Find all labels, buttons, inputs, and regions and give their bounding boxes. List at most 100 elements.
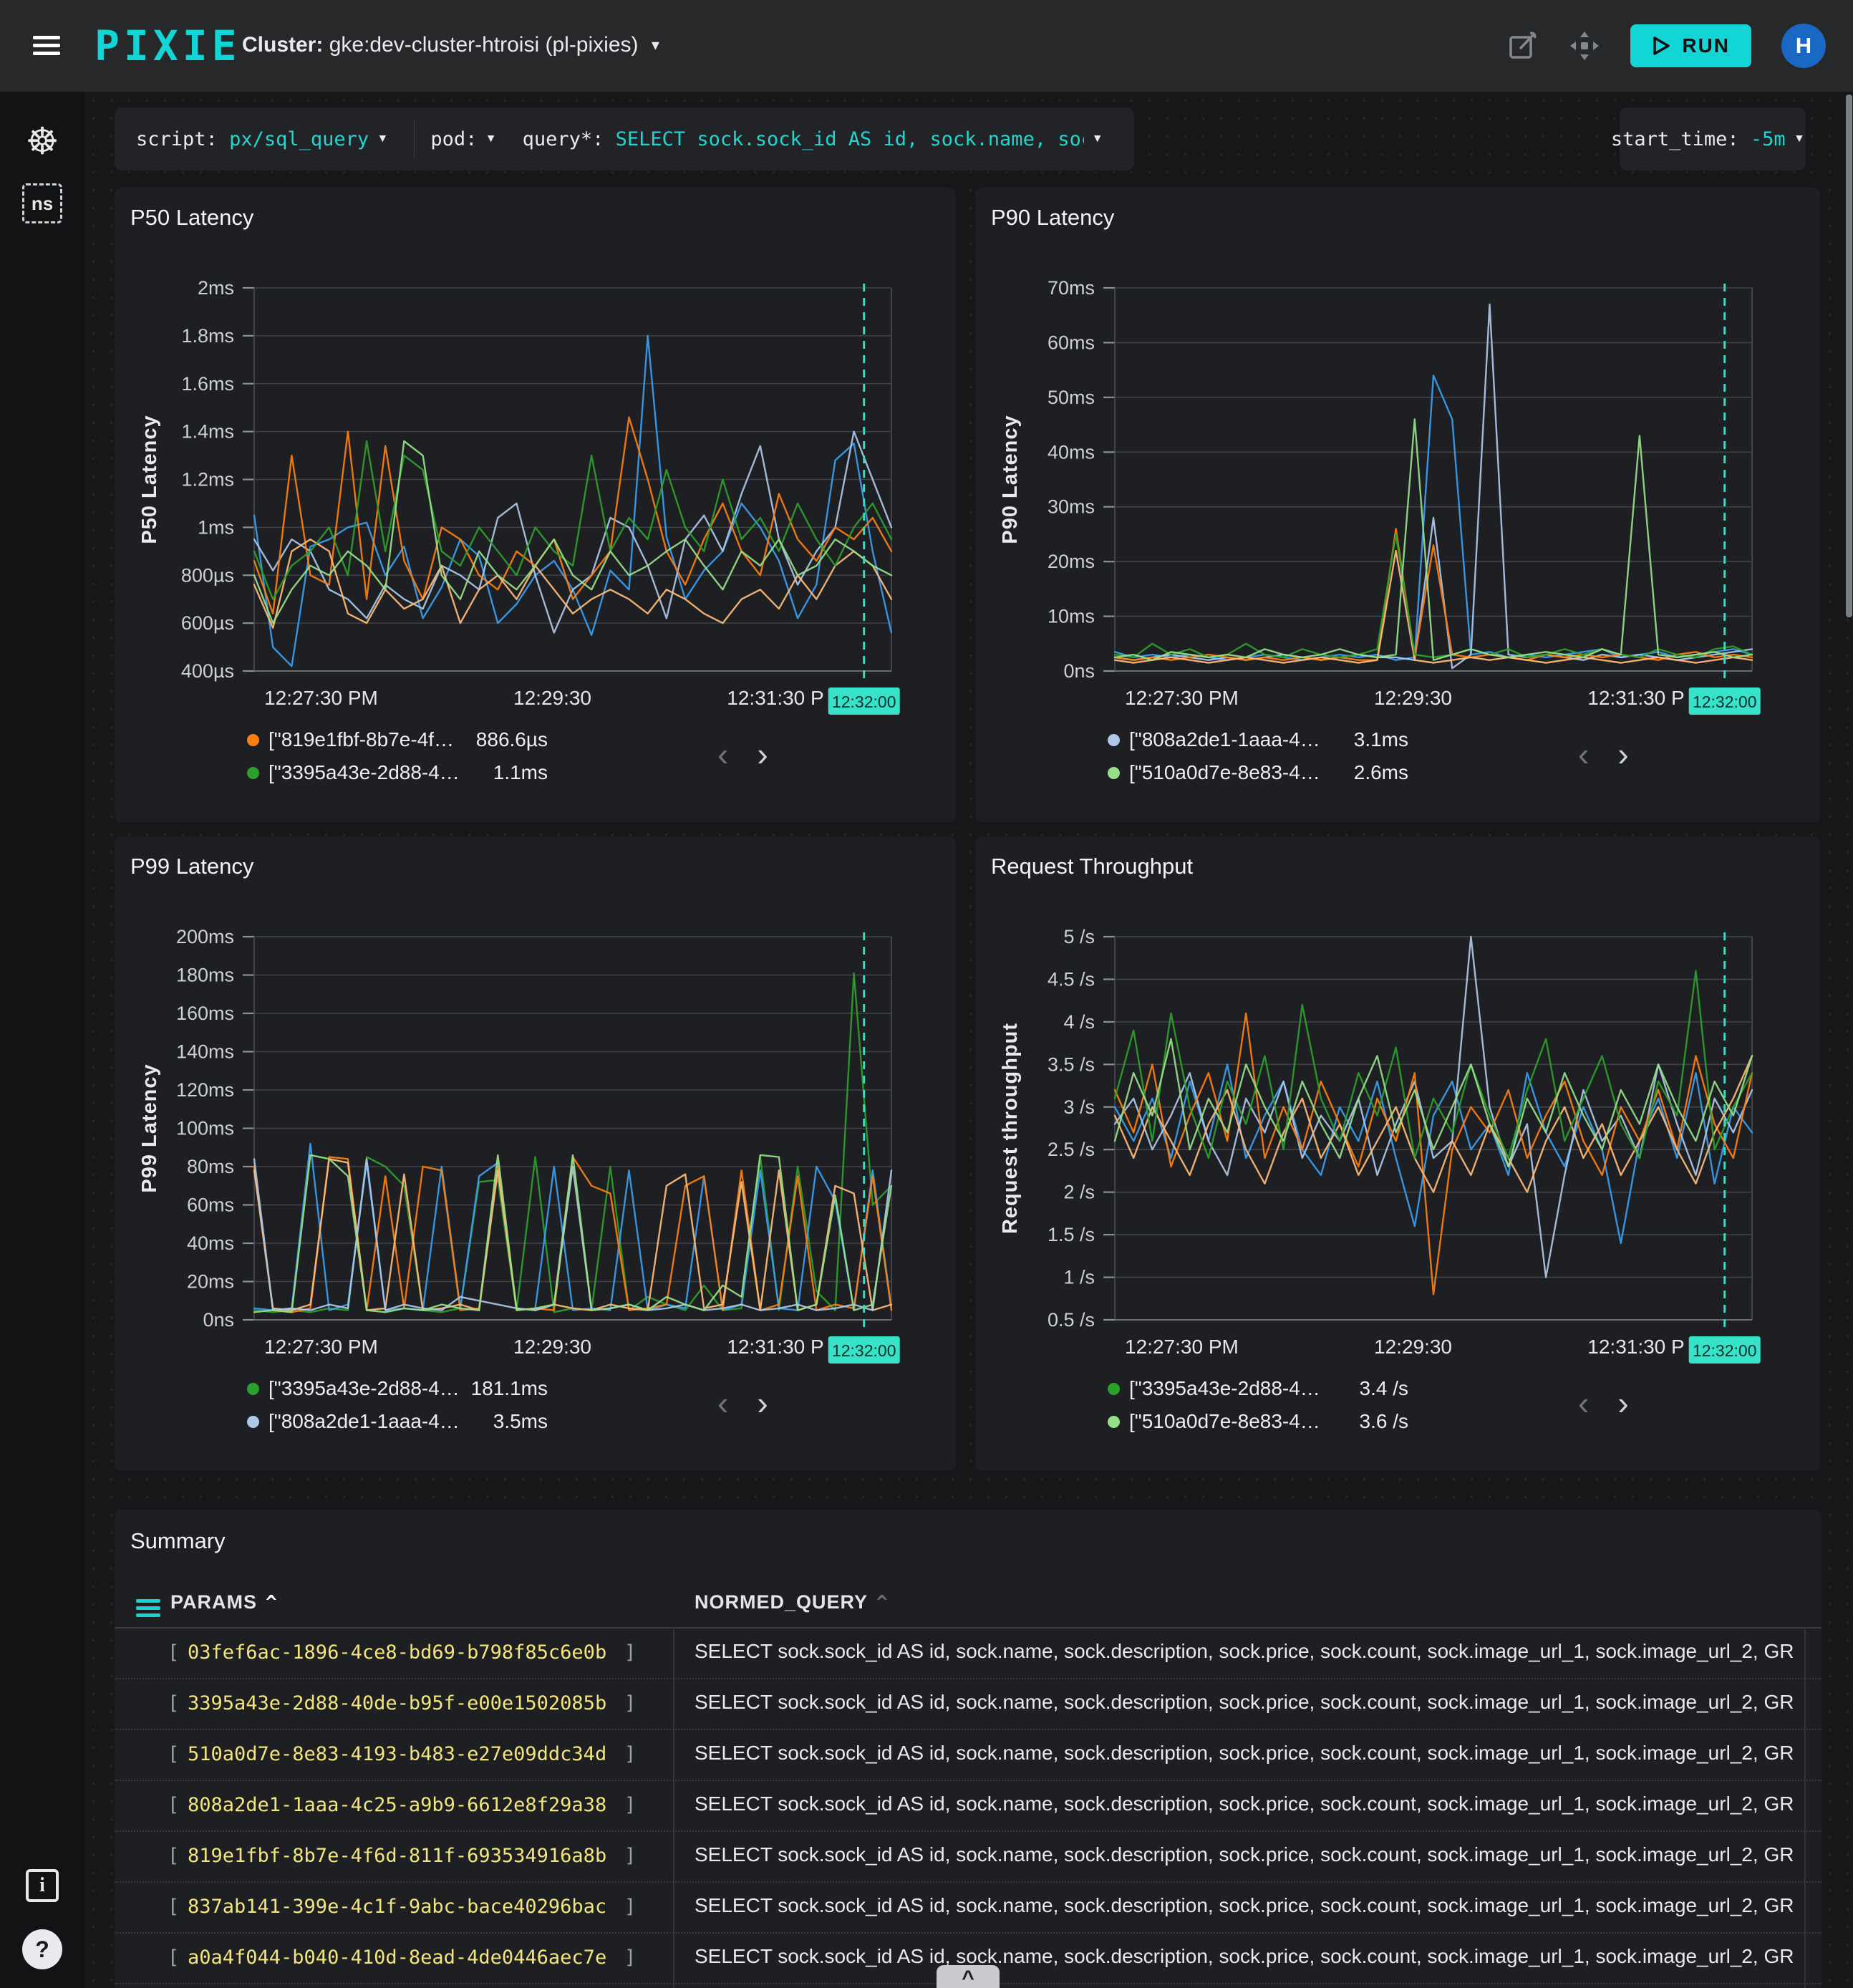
svg-text:0.5 /s: 0.5 /s <box>1048 1309 1095 1331</box>
legend-item[interactable]: ["808a2de1-1aaa-4… 3.5ms <box>247 1406 648 1437</box>
legend-item[interactable]: ["510a0d7e-8e83-4… 2.6ms <box>1108 758 1509 788</box>
collapse-table-button[interactable]: ^ <box>937 1965 1000 1988</box>
bracket: ] <box>624 1946 636 1969</box>
param-uuid: 3395a43e-2d88-40de-b95f-e00e1502085b <box>188 1692 606 1714</box>
legend-prev-icon[interactable]: ‹ <box>1578 738 1589 771</box>
run-button[interactable]: RUN <box>1630 24 1751 67</box>
bracket: ] <box>624 1794 636 1816</box>
svg-text:12:29:30: 12:29:30 <box>513 687 591 709</box>
svg-text:70ms: 70ms <box>1048 277 1095 299</box>
legend-next-icon[interactable]: › <box>1617 1386 1628 1419</box>
pod-label: pod: <box>430 128 477 150</box>
kubernetes-icon[interactable]: ☸ <box>0 120 84 163</box>
chevron-down-icon: ▾ <box>1794 127 1804 148</box>
bracket: ] <box>624 1692 636 1714</box>
bracket: ] <box>624 1743 636 1765</box>
svg-text:200ms: 200ms <box>176 926 234 947</box>
bracket: [ <box>168 1692 179 1714</box>
info-icon[interactable]: i <box>0 1869 84 1902</box>
start-time-label: start_time: <box>1611 128 1739 150</box>
request-throughput-chart[interactable]: 5 /s4.5 /s4 /s3.5 /s3 /s2.5 /s2 /s1.5 /s… <box>975 836 1816 1370</box>
avatar[interactable]: H <box>1781 24 1826 68</box>
p50-latency-panel: P50 Latency 2ms1.8ms1.6ms1.4ms1.2ms1ms80… <box>115 188 956 822</box>
legend-item[interactable]: ["3395a43e-2d88-4… 1.1ms <box>247 758 648 788</box>
chevron-down-icon[interactable]: ▾ <box>1093 127 1103 148</box>
legend-item[interactable]: ["510a0d7e-8e83-4… 3.6 /s <box>1108 1406 1509 1437</box>
legend-item[interactable]: ["3395a43e-2d88-4… 181.1ms <box>247 1374 648 1404</box>
chevron-down-icon[interactable]: ▾ <box>485 127 495 148</box>
table-row[interactable]: [510a0d7e-8e83-4193-b483-e27e09ddc34d]SE… <box>115 1730 1821 1781</box>
normed-query-cell: SELECT sock.sock_id AS id, sock.name, so… <box>695 1792 1821 1815</box>
svg-text:400µs: 400µs <box>181 660 234 682</box>
svg-text:1.5 /s: 1.5 /s <box>1048 1224 1095 1245</box>
svg-text:3.5 /s: 3.5 /s <box>1048 1053 1095 1075</box>
move-widgets-icon[interactable] <box>1569 30 1600 62</box>
bracket: ] <box>624 1845 636 1867</box>
sort-asc-icon: ^ <box>266 1592 278 1613</box>
svg-text:60ms: 60ms <box>1048 332 1095 353</box>
legend-prev-icon[interactable]: ‹ <box>717 738 728 771</box>
p99-latency-chart[interactable]: 200ms180ms160ms140ms120ms100ms80ms60ms40… <box>115 836 956 1370</box>
svg-text:12:27:30 PM: 12:27:30 PM <box>1125 687 1239 709</box>
menu-icon[interactable] <box>33 32 62 60</box>
legend-item[interactable]: ["808a2de1-1aaa-4… 3.1ms <box>1108 725 1509 755</box>
chevron-up-icon: ^ <box>962 1967 974 1988</box>
table-row[interactable]: [837ab141-399e-4c1f-9abc-bace40296bac]SE… <box>115 1883 1821 1934</box>
namespace-icon[interactable]: ns <box>0 183 84 223</box>
table-row[interactable]: [808a2de1-1aaa-4c25-a9b9-6612e8f29a38]SE… <box>115 1781 1821 1832</box>
help-icon[interactable]: ? <box>0 1929 84 1969</box>
legend-prev-icon[interactable]: ‹ <box>717 1386 728 1419</box>
param-uuid: 510a0d7e-8e83-4193-b483-e27e09ddc34d <box>188 1743 606 1765</box>
vertical-scrollbar[interactable] <box>1846 95 1852 617</box>
svg-text:12:32:00: 12:32:00 <box>1693 693 1757 711</box>
column-divider[interactable] <box>1804 1627 1806 1988</box>
column-header-params[interactable]: PARAMS^ <box>170 1591 278 1613</box>
svg-text:2.5 /s: 2.5 /s <box>1048 1139 1095 1160</box>
table-row[interactable]: [3395a43e-2d88-40de-b95f-e00e1502085b]SE… <box>115 1679 1821 1730</box>
bracket: [ <box>168 1946 179 1969</box>
param-uuid: 808a2de1-1aaa-4c25-a9b9-6612e8f29a38 <box>188 1794 606 1816</box>
legend-item[interactable]: ["3395a43e-2d88-4… 3.4 /s <box>1108 1374 1509 1404</box>
table-row[interactable]: [819e1fbf-8b7e-4f6d-811f-693534916a8b]SE… <box>115 1832 1821 1883</box>
svg-text:2 /s: 2 /s <box>1063 1182 1095 1203</box>
svg-text:20ms: 20ms <box>1048 551 1095 572</box>
svg-text:80ms: 80ms <box>187 1156 234 1177</box>
legend-next-icon[interactable]: › <box>757 738 768 771</box>
svg-text:60ms: 60ms <box>187 1195 234 1216</box>
svg-text:12:29:30: 12:29:30 <box>1374 1336 1452 1358</box>
svg-text:12:31:30 P: 12:31:30 P <box>727 1336 823 1358</box>
svg-text:P90 Latency: P90 Latency <box>999 415 1022 544</box>
p50-latency-chart[interactable]: 2ms1.8ms1.6ms1.4ms1.2ms1ms800µs600µs400µ… <box>115 188 956 721</box>
svg-text:1ms: 1ms <box>198 516 234 538</box>
script-value[interactable]: px/sql_query <box>229 128 369 150</box>
table-row[interactable]: [03fef6ac-1896-4ce8-bd69-b798f85c6e0b]SE… <box>115 1628 1821 1679</box>
legend-item[interactable]: ["819e1fbf-8b7e-4f… 886.6µs <box>247 725 648 755</box>
pixie-logo: PIXIE <box>95 21 241 70</box>
p90-latency-chart[interactable]: 70ms60ms50ms40ms30ms20ms10ms0ns12:27:30 … <box>975 188 1816 721</box>
script-args-bar: script: px/sql_query ▾ pod: ▾ query*: SE… <box>115 107 1134 170</box>
edit-script-icon[interactable] <box>1507 30 1539 62</box>
svg-text:P50 Latency: P50 Latency <box>138 415 161 544</box>
cluster-selector[interactable]: Cluster: gke:dev-cluster-htroisi (pl-pix… <box>242 33 659 57</box>
normed-query-cell: SELECT sock.sock_id AS id, sock.name, so… <box>695 1894 1821 1917</box>
normed-query-cell: SELECT sock.sock_id AS id, sock.name, so… <box>695 1742 1821 1765</box>
table-menu-icon[interactable] <box>136 1596 160 1621</box>
summary-table-body: [03fef6ac-1896-4ce8-bd69-b798f85c6e0b]SE… <box>115 1627 1821 1984</box>
param-uuid: a0a4f044-b040-410d-8ead-4de0446aec7e <box>188 1946 606 1969</box>
column-divider[interactable] <box>673 1627 674 1988</box>
column-header-normed-query[interactable]: NORMED_QUERY^ <box>695 1591 889 1613</box>
legend-prev-icon[interactable]: ‹ <box>1578 1386 1589 1419</box>
svg-text:140ms: 140ms <box>176 1041 234 1063</box>
table-header: PARAMS^ NORMED_QUERY^ <box>115 1587 1821 1627</box>
p90-latency-panel: P90 Latency 70ms60ms50ms40ms30ms20ms10ms… <box>975 188 1820 822</box>
chevron-down-icon[interactable]: ▾ <box>377 127 387 148</box>
svg-text:12:31:30 P: 12:31:30 P <box>727 687 823 709</box>
svg-text:12:32:00: 12:32:00 <box>832 1341 896 1360</box>
svg-text:12:31:30 P: 12:31:30 P <box>1587 687 1684 709</box>
svg-text:12:29:30: 12:29:30 <box>513 1336 591 1358</box>
legend-next-icon[interactable]: › <box>757 1386 768 1419</box>
left-sidebar: ☸ ns i ? <box>0 92 84 1988</box>
query-value[interactable]: SELECT sock.sock_id AS id, sock.name, so… <box>616 128 1084 150</box>
legend-next-icon[interactable]: › <box>1617 738 1628 771</box>
start-time-selector[interactable]: start_time: -5m ▾ <box>1620 107 1806 170</box>
